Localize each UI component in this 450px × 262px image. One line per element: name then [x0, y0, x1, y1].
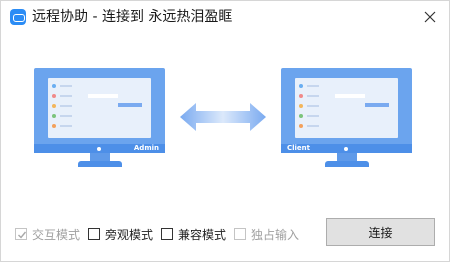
power-dot [344, 147, 348, 151]
double-arrow-icon [180, 103, 266, 131]
close-button[interactable] [417, 4, 443, 30]
monitor-base [325, 161, 369, 167]
power-dot [97, 147, 101, 151]
content-accent [365, 103, 389, 107]
content-accent [118, 103, 142, 107]
connection-illustration: Admin Client [1, 61, 450, 181]
option-label: 交互模式 [32, 227, 81, 242]
host-screen: Admin [34, 68, 165, 153]
app-icon [10, 9, 26, 25]
title-bar[interactable]: 远程协助 - 连接到 永远热泪盈眶 [1, 1, 449, 33]
option-label: 旁观模式 [105, 227, 154, 242]
checkbox-box [15, 228, 27, 240]
observe-mode-checkbox[interactable]: 旁观模式 [88, 226, 153, 242]
host-monitor: Admin [34, 68, 165, 168]
monitor-base [78, 161, 122, 167]
option-label: 兼容模式 [178, 227, 227, 242]
monitor-stand [337, 153, 357, 161]
window-title: 远程协助 - 连接到 永远热泪盈眶 [32, 9, 233, 25]
client-screen-panel [295, 78, 398, 138]
options-bar: 交互模式 旁观模式 兼容模式 独占输入 连接 [1, 214, 450, 250]
interactive-mode-checkbox[interactable]: 交互模式 [15, 226, 80, 242]
host-label: Admin [133, 144, 159, 152]
client-label: Client [287, 144, 311, 152]
client-screen: Client [281, 68, 412, 153]
content-line [88, 94, 118, 98]
compat-mode-checkbox[interactable]: 兼容模式 [161, 226, 226, 242]
close-icon [424, 11, 436, 23]
monitor-stand [90, 153, 110, 161]
option-label: 独占输入 [251, 227, 300, 242]
connect-button[interactable]: 连接 [326, 218, 435, 246]
content-line [335, 94, 365, 98]
checkbox-box [234, 228, 246, 240]
host-screen-panel [48, 78, 151, 138]
remote-assist-window: 远程协助 - 连接到 永远热泪盈眶 Admin Client 交互模式 旁观模式… [0, 0, 450, 262]
client-monitor: Client [281, 68, 412, 168]
checkbox-box [161, 228, 173, 240]
checkbox-box [88, 228, 100, 240]
checkmark-icon [18, 231, 27, 239]
exclusive-input-checkbox[interactable]: 独占输入 [234, 226, 299, 242]
